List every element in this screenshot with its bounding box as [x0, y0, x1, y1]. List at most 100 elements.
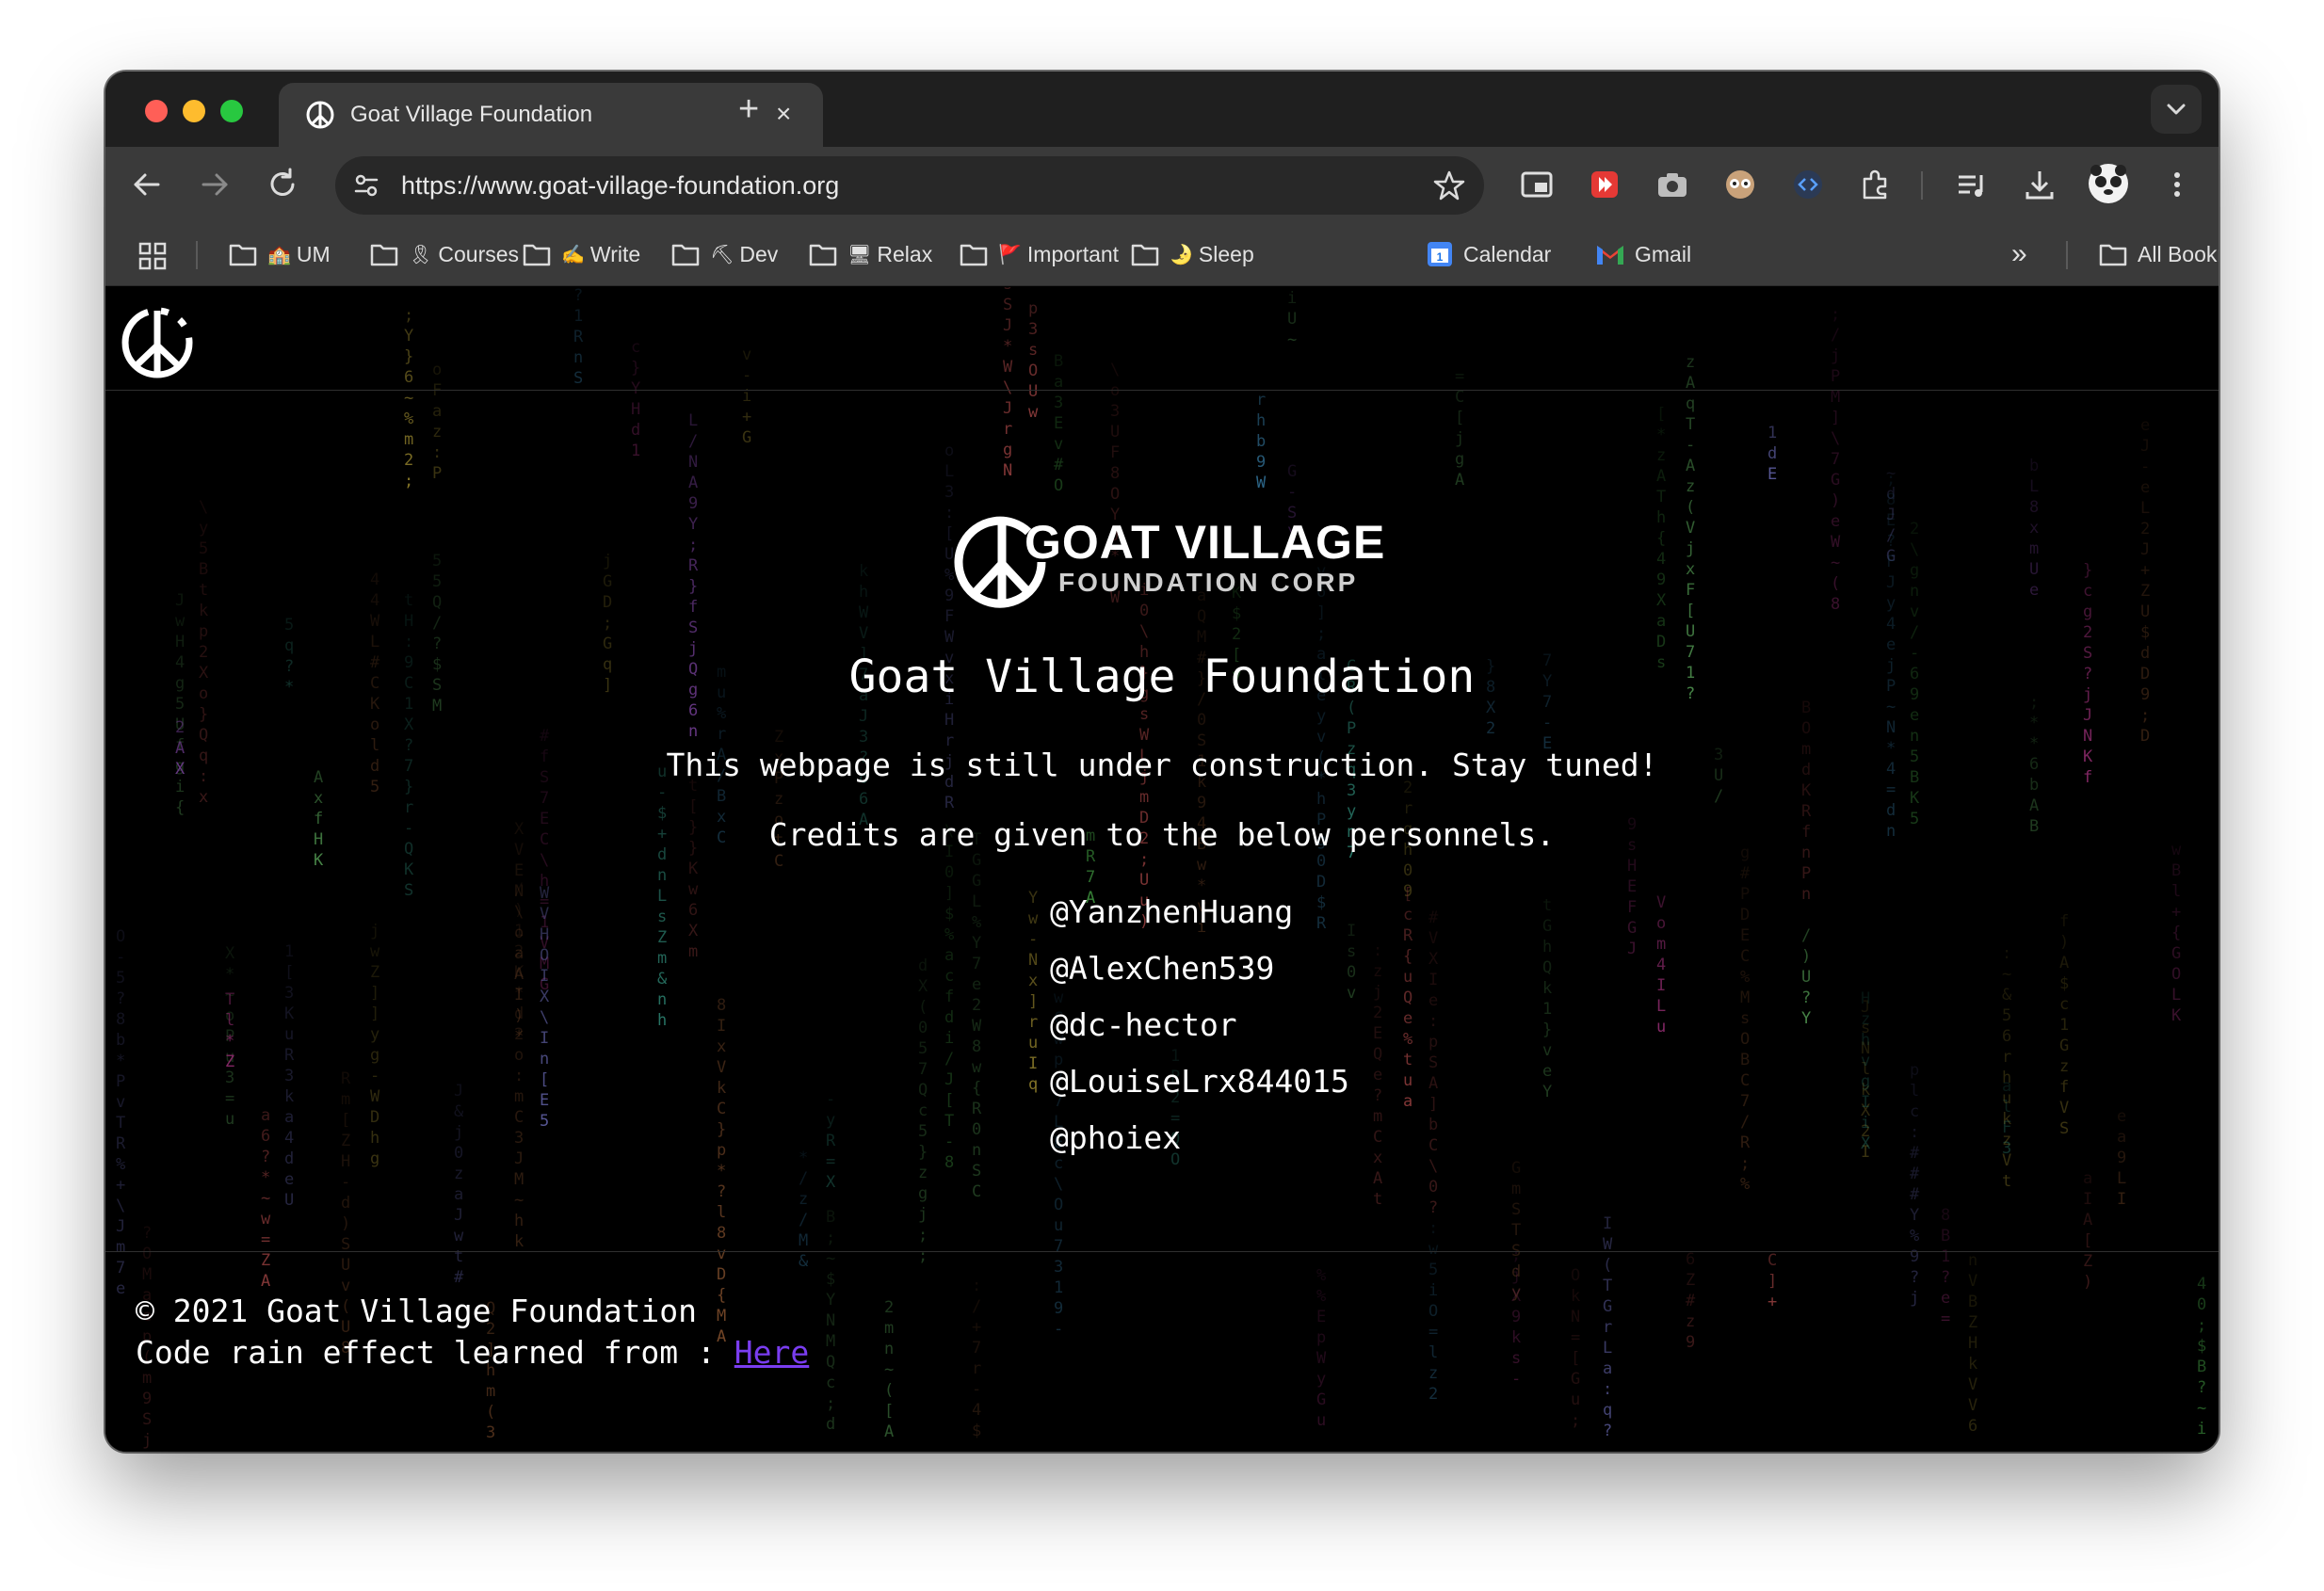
red-extension-icon[interactable] — [1586, 166, 1623, 203]
code-rain-glyph: 8 — [2029, 498, 2039, 517]
minimize-window-button[interactable] — [183, 100, 205, 122]
code-rain-glyph: Z — [2140, 582, 2150, 601]
code-rain-glyph: * — [261, 1168, 270, 1187]
code-rain-glyph: ( — [918, 998, 928, 1017]
folder-icon — [229, 244, 257, 266]
download-icon[interactable] — [2021, 166, 2058, 203]
code-rain-glyph: 0 — [1139, 602, 1149, 620]
code-rain-glyph: L — [657, 887, 667, 906]
code-rain-glyph: a — [1656, 612, 1666, 631]
code-rain-glyph: n — [1968, 1251, 1977, 1270]
bookmark-folder-courses[interactable]: 🎗 Courses — [369, 237, 519, 271]
code-rain-glyph: ) — [2059, 933, 2069, 952]
code-rain-glyph: Y — [1801, 1009, 1811, 1028]
code-rain-glyph: t — [1373, 1190, 1382, 1209]
code-rain-glyph: ; — [1511, 1245, 1521, 1264]
bookmark-folder-relax[interactable]: 🖥 Relax — [808, 237, 932, 271]
code-rain-glyph: 4 — [370, 571, 379, 589]
bookmark-folder-important[interactable]: 🚩 Important — [959, 237, 1119, 271]
new-tab-button[interactable]: + — [738, 90, 759, 128]
owl-extension-icon[interactable] — [1721, 166, 1759, 203]
code-rain-glyph: 0 — [972, 1120, 981, 1139]
code-rain-glyph: W — [859, 603, 869, 622]
close-tab-icon[interactable]: × — [776, 100, 791, 128]
maximize-window-button[interactable] — [220, 100, 243, 122]
code-rain-glyph: v — [1316, 728, 1326, 747]
reading-list-icon[interactable] — [1953, 166, 1991, 203]
code-rain-glyph: # — [1428, 908, 1439, 927]
bookmarks-overflow-button[interactable]: » — [2011, 237, 2027, 271]
code-rain-glyph: u — [1028, 1034, 1038, 1053]
bookmark-calendar[interactable]: 1 Calendar — [1426, 237, 1551, 271]
site-info-icon[interactable] — [350, 169, 382, 201]
code-rain-glyph: 8 — [1886, 490, 1896, 509]
site-header — [105, 287, 2219, 391]
code-rain-glyph: 6 — [261, 1127, 270, 1146]
code-rain-glyph: W — [1256, 474, 1267, 492]
code-rain-glyph: z — [799, 1190, 808, 1209]
more-menu-icon[interactable] — [2158, 166, 2196, 203]
code-rain-glyph: = — [261, 1230, 270, 1249]
code-rain-glyph: ] — [370, 1004, 379, 1023]
bookmark-folder-um[interactable]: 🏫 UM — [228, 237, 331, 271]
code-rain-glyph: n — [884, 1340, 894, 1358]
code-rain-glyph: K — [404, 860, 414, 879]
code-rain-glyph: m — [404, 430, 413, 449]
peace-logo-icon — [306, 101, 334, 129]
picture-in-picture-icon[interactable] — [1518, 166, 1556, 203]
code-rain-glyph: ? — [116, 989, 125, 1008]
close-window-button[interactable] — [145, 100, 168, 122]
url-text[interactable]: https://www.goat-village-foundation.org — [401, 171, 839, 201]
reload-icon[interactable] — [262, 164, 303, 205]
code-rain-glyph: % — [1910, 1227, 1919, 1245]
code-rain-glyph: E — [1740, 926, 1750, 945]
bookmark-star-icon[interactable] — [1431, 168, 1467, 203]
code-rain-glyph: M — [799, 1231, 808, 1250]
code-rain-glyph: ; — [1740, 1154, 1750, 1173]
code-rain-glyph: E — [1627, 877, 1637, 896]
code-rain-glyph: I — [1861, 1093, 1870, 1112]
code-rain-glyph: B — [1968, 1293, 1977, 1311]
code-rain-glyph: O — [1110, 485, 1120, 504]
code-rain-glyph: R — [972, 1100, 982, 1118]
code-rain-glyph: L — [2140, 499, 2150, 518]
camera-icon[interactable] — [1654, 166, 1691, 203]
code-rain-glyph: 7 — [918, 1060, 928, 1079]
code-rain-glyph: r — [404, 798, 413, 817]
code-rain-glyph: r — [1603, 1318, 1612, 1337]
code-rain-glyph: j — [1686, 539, 1695, 558]
code-rain-glyph: c — [2083, 582, 2092, 601]
code-rain-glyph: 2 — [1373, 1004, 1382, 1022]
code-extension-icon[interactable] — [1789, 166, 1827, 203]
forward-arrow-icon[interactable] — [194, 164, 235, 205]
code-rain-glyph: 4 — [1656, 956, 1666, 974]
back-arrow-icon[interactable] — [126, 164, 168, 205]
code-rain-glyph: j — [142, 1431, 152, 1450]
code-rain-glyph: t — [1403, 1051, 1412, 1069]
all-bookmarks-button[interactable]: All Bookmarks — [2098, 237, 2219, 271]
code-rain-glyph: g — [1003, 441, 1012, 459]
code-rain-glyph: V — [1656, 893, 1666, 912]
bookmark-gmail[interactable]: Gmail — [1595, 237, 1691, 271]
code-rain-glyph: = — [1886, 780, 1896, 799]
code-rain-glyph: f — [688, 598, 698, 617]
code-rain-glyph: H — [341, 1152, 350, 1171]
code-rain-glyph: G — [972, 851, 981, 870]
bookmark-folder-write[interactable]: ✍ Write — [522, 237, 640, 271]
apps-grid-icon[interactable] — [137, 241, 168, 271]
code-rain-glyph: } — [199, 705, 208, 724]
code-rain-glyph: t — [454, 1247, 463, 1266]
tab-search-button[interactable] — [2151, 85, 2202, 134]
address-bar[interactable]: https://www.goat-village-foundation.org — [335, 156, 1484, 215]
bookmark-folder-sleep[interactable]: 🌛 Sleep — [1130, 237, 1254, 271]
folder-icon — [1131, 244, 1159, 266]
peace-logo-icon[interactable] — [119, 304, 196, 381]
code-rain-glyph: d — [826, 1415, 835, 1434]
profile-avatar[interactable] — [2087, 162, 2130, 205]
code-rain-glyph: m — [486, 1382, 495, 1401]
bookmark-folder-dev[interactable]: ⛏ Dev — [670, 237, 778, 271]
extensions-puzzle-icon[interactable] — [1857, 166, 1895, 203]
footer-here-link[interactable]: Here — [734, 1334, 809, 1371]
code-rain-glyph: O — [1571, 1266, 1580, 1285]
code-rain-glyph: w — [1028, 909, 1039, 928]
